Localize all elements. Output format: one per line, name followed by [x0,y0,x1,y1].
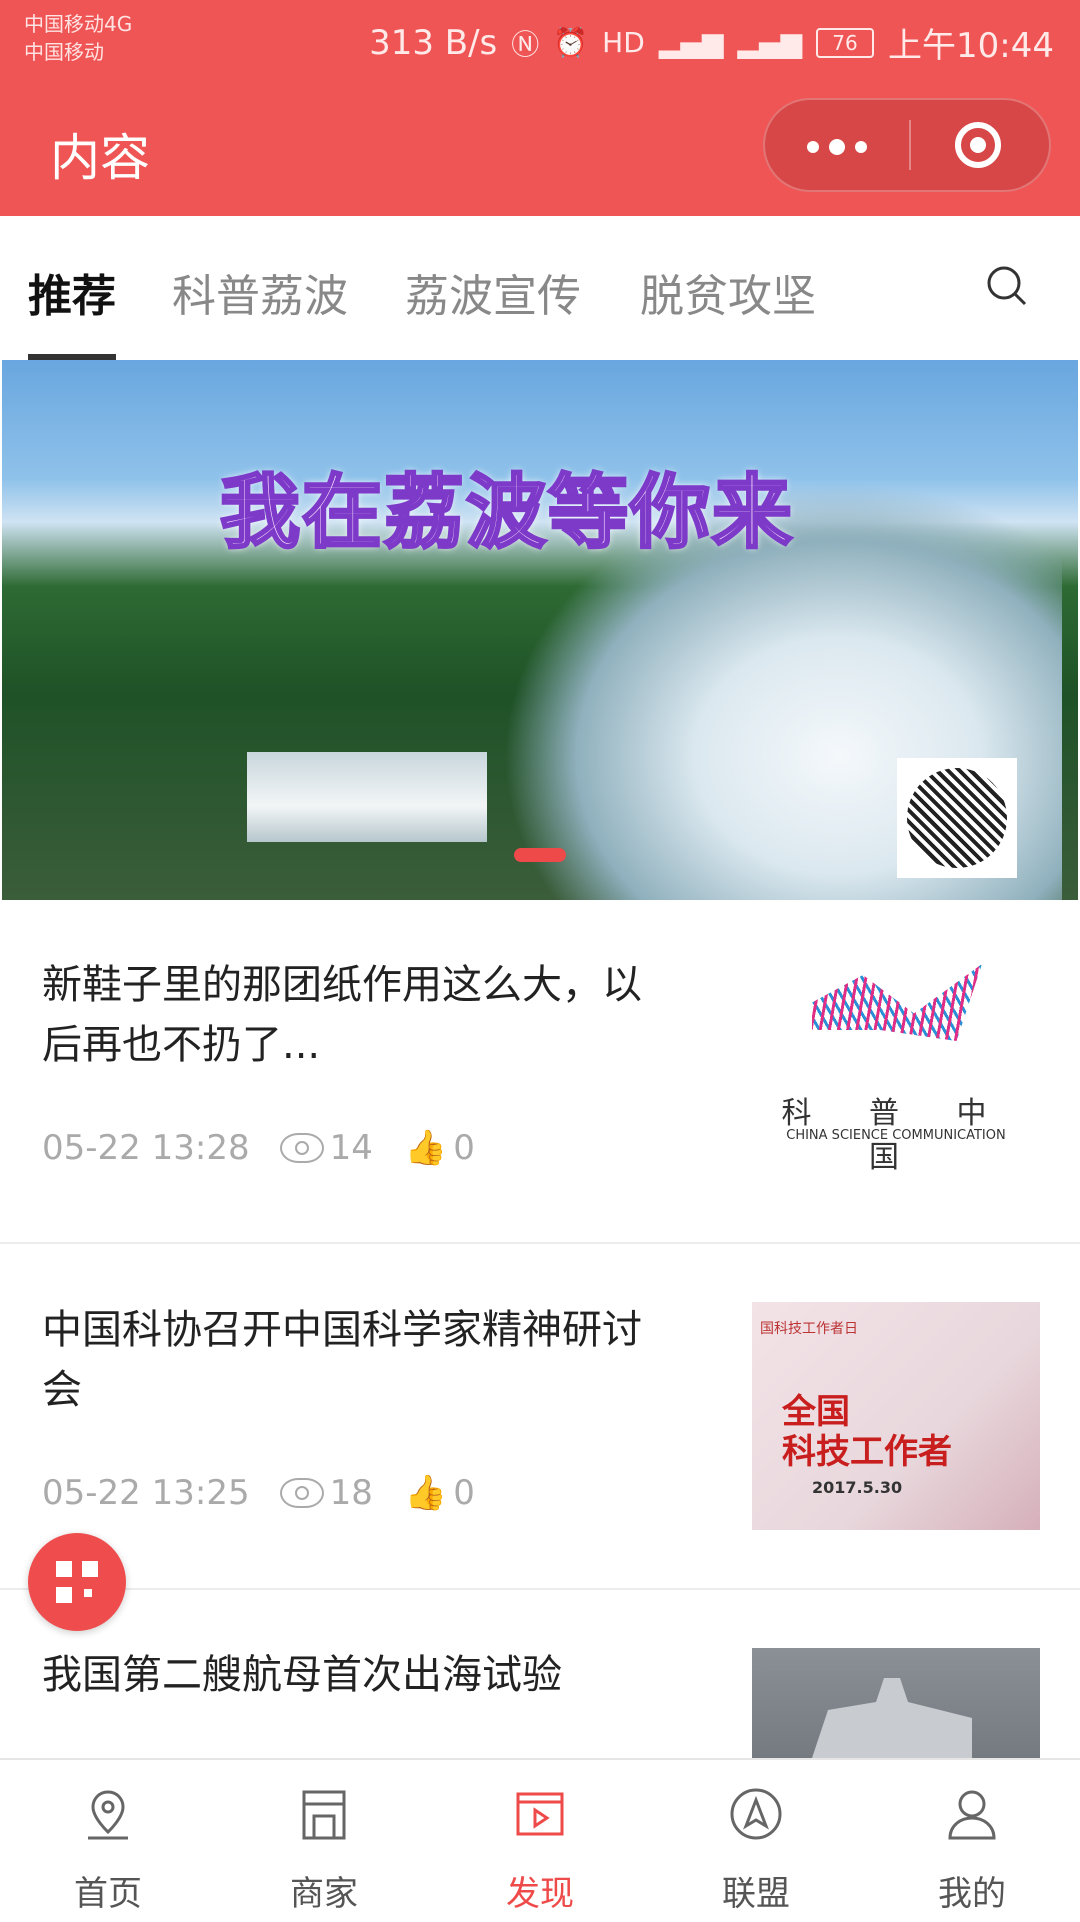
qr-scan-button[interactable] [28,1533,126,1631]
store-icon [302,1790,346,1840]
like-icon: 👍 [404,1128,448,1168]
nav-label: 商家 [290,1874,358,1914]
location-pin-icon [88,1790,128,1840]
tab-recommend[interactable]: 推荐 [28,260,116,324]
article-title[interactable]: 中国科协召开中国科学家精神研讨会 [42,1300,672,1420]
nav-merchants[interactable]: 商家 [216,1760,432,1922]
signal-icon-2: ▂▄▆ [737,26,803,59]
science-logo-image [812,964,982,1041]
article-likes: 0 [453,1128,475,1168]
top-bar: 中国移动4G 中国移动 313 B/s Ⓝ ⏰ HD ▂▄▆ ▂▄▆ 76 上午… [0,0,1080,216]
thumbnail-caption: 国科技工作者日 [760,1321,858,1337]
article-divider [0,1242,1080,1244]
more-dot-icon [855,141,867,153]
page-title: 内容 [50,129,150,187]
article-likes: 0 [453,1473,475,1513]
more-dot-icon [807,141,819,153]
aircraft-carrier-image [812,1678,972,1758]
carousel-indicator [514,848,566,862]
user-icon [948,1790,996,1840]
nav-home[interactable]: 首页 [0,1760,216,1922]
alarm-icon: ⏰ [553,26,589,59]
thumbnail-logo-subtext: CHINA SCIENCE COMMUNICATION [786,1128,1006,1143]
tab-poverty-alleviation[interactable]: 脱贫攻坚 [640,260,816,324]
thumbnail-headline: 全国 科技工作者 [782,1392,952,1472]
status-time: 上午10:44 [888,26,1054,66]
thumbnail-date: 2017.5.30 [812,1478,903,1497]
article-views: 18 [329,1473,373,1513]
banner-weir-image [247,752,487,842]
banner-carousel[interactable]: 我在荔波等你来 [2,360,1078,900]
nav-label: 发现 [506,1874,574,1914]
banner-headline: 我在荔波等你来 [219,465,794,561]
banner-qr-code [897,758,1017,878]
carrier-line-1: 中国移动4G [24,12,133,36]
play-video-icon [516,1792,564,1836]
article-title[interactable]: 新鞋子里的那团纸作用这么大，以后再也不扔了... [42,955,672,1075]
like-icon: 👍 [404,1473,448,1513]
status-indicators: 313 B/s Ⓝ ⏰ HD ▂▄▆ ▂▄▆ 76 上午10:44 [369,18,1054,67]
nav-profile[interactable]: 我的 [864,1760,1080,1922]
compass-icon [730,1788,782,1840]
qr-code-icon [56,1561,98,1603]
nav-label: 联盟 [722,1874,790,1914]
article-date: 05-22 13:28 [42,1128,250,1168]
tab-science-libo[interactable]: 科普荔波 [172,260,348,324]
qr-code-image [907,768,1007,868]
carrier-info: 中国移动4G 中国移动 [24,10,132,66]
views-icon [279,1478,324,1508]
nfc-icon: Ⓝ [511,27,540,61]
article-meta: 05-22 13:28 14 👍 0 [42,1128,481,1168]
article-meta: 05-22 13:25 18 👍 0 [42,1473,481,1513]
search-icon[interactable] [985,264,1027,306]
article-views: 14 [329,1128,373,1168]
article-date: 05-22 13:25 [42,1473,250,1513]
signal-icon: ▂▄▆ [658,26,724,59]
nav-alliance[interactable]: 联盟 [648,1760,864,1922]
article-thumbnail[interactable] [752,1648,1040,1758]
article-divider [0,1588,1080,1590]
close-miniprogram-icon[interactable] [955,122,1001,168]
article-title[interactable]: 我国第二艘航母首次出海试验 [42,1645,672,1705]
more-options-button[interactable] [765,100,909,194]
tab-libo-promotion[interactable]: 荔波宣传 [405,260,581,324]
carrier-line-2: 中国移动 [24,40,104,64]
hd-badge: HD [602,26,645,59]
network-speed: 313 B/s [369,22,498,63]
miniprogram-capsule [763,98,1051,192]
nav-discover[interactable]: 发现 [432,1760,648,1922]
views-icon [279,1133,324,1163]
more-dot-icon [829,139,845,155]
article-thumbnail[interactable]: 国科技工作者日 全国 科技工作者 2017.5.30 [752,1302,1040,1530]
article-thumbnail[interactable]: 科 普 中 国 CHINA SCIENCE COMMUNICATION [752,960,1040,1175]
category-tabs: 推荐 科普荔波 荔波宣传 脱贫攻坚 [0,216,1080,360]
nav-label: 首页 [74,1874,142,1914]
bottom-navigation: 首页 商家 发现 联盟 我的 [0,1758,1080,1922]
nav-label: 我的 [938,1874,1006,1914]
capsule-divider [909,120,911,170]
battery-icon: 76 [816,27,875,58]
